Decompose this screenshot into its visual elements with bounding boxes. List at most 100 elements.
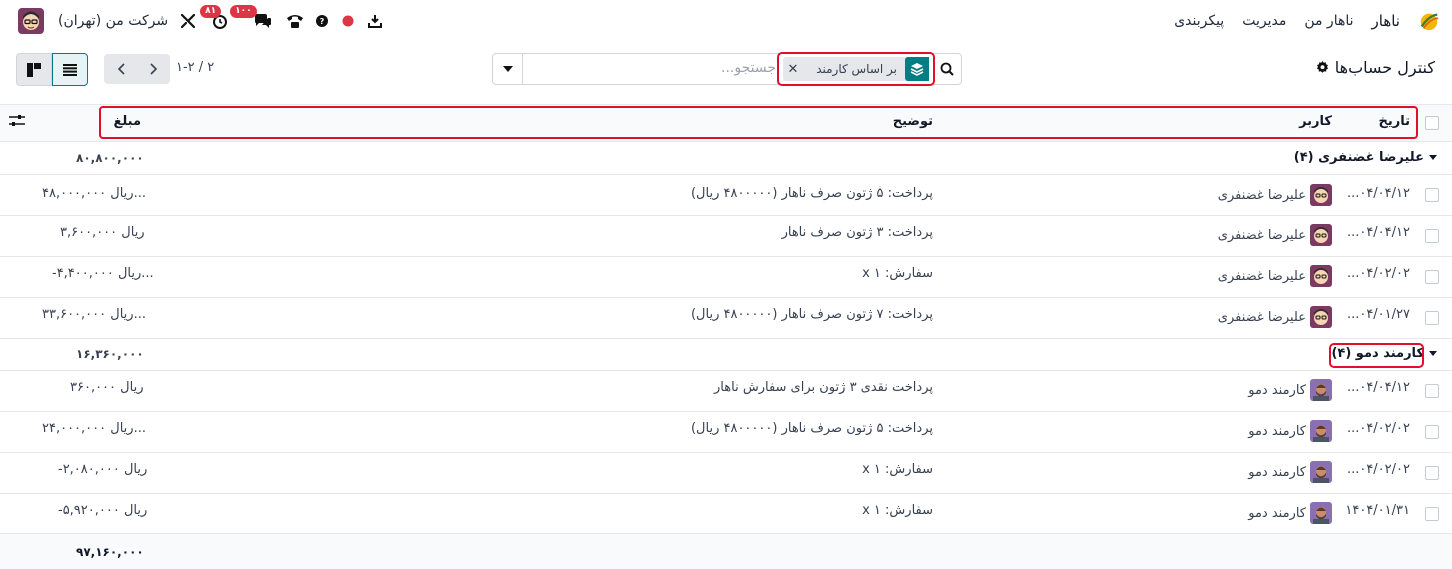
help-icon[interactable]: ? [316,15,329,27]
svg-text:?: ? [320,17,325,26]
search-input[interactable] [528,60,776,76]
grand-total: ۹۷,۱۶۰,۰۰۰ [76,545,144,559]
row-amount: -۴,۴۰۰,۰۰۰ ریال... [52,266,154,281]
company-switcher[interactable]: شرکت من (تهران) [58,13,168,29]
row-user: کارمند دمو [1248,502,1332,524]
table-row[interactable]: ...۰۴/۰۱/۲۷ علیرضا غضنفری پرداخت: ۷ ژتون… [0,298,1452,339]
row-checkbox[interactable] [1425,270,1439,284]
pager-value[interactable]: ۱-۲ / ۲ [176,60,214,75]
row-user: علیرضا غضنفری [1218,265,1332,287]
layers-icon [905,57,929,81]
kanban-view-button[interactable] [16,53,52,86]
search-button[interactable] [933,54,961,84]
row-description: پرداخت نقدی ۳ ژتون برای سفارش ناهار [714,380,933,395]
row-amount: ۳,۶۰۰,۰۰۰ ریال [60,225,145,240]
row-description: پرداخت: ۵ ژتون صرف ناهار (۴۸۰۰۰۰۰ ریال) [690,186,933,201]
group-row-alireza[interactable]: علیرضا غضنفری (۴) ۸۰,۸۰۰,۰۰۰ [0,142,1452,175]
pager-buttons [104,54,170,84]
row-user-name: علیرضا غضنفری [1217,187,1306,203]
table-row[interactable]: ...۰۴/۰۴/۱۲ کارمند دمو پرداخت نقدی ۳ ژتو… [0,371,1452,412]
row-user-name: کارمند دمو [1248,382,1306,398]
row-amount: ۲۴,۰۰۰,۰۰۰ ریال... [42,421,146,436]
row-checkbox[interactable] [1425,384,1439,398]
app-name[interactable]: ناهار [1372,12,1400,30]
row-amount: -۲,۰۸۰,۰۰۰ ریال [58,462,148,477]
group-header[interactable]: علیرضا غضنفری (۴) [1294,150,1437,165]
row-amount: -۵,۹۲۰,۰۰۰ ریال [58,503,148,518]
row-checkbox[interactable] [1425,311,1439,325]
row-description: سفارش: ۱ x [862,462,933,477]
row-date: ...۰۴/۰۲/۰۲ [1346,266,1410,281]
row-user: کارمند دمو [1248,420,1332,442]
table-row[interactable]: ...۰۴/۰۴/۱۲ علیرضا غضنفری پرداخت: ۵ ژتون… [0,175,1452,216]
avatar [1310,265,1332,287]
row-user-name: کارمند دمو [1248,464,1306,480]
user-avatar[interactable] [18,8,44,34]
row-date: ...۰۴/۰۴/۱۲ [1346,225,1410,240]
row-date: ...۰۴/۰۲/۰۲ [1346,462,1410,477]
facet-remove-icon[interactable]: ✕ [783,62,803,77]
table-row[interactable]: ...۰۴/۰۲/۰۲ کارمند دمو سفارش: ۱ x -۲,۰۸۰… [0,453,1452,494]
main-menu: ناهار ناهار من مدیریت پیکربندی [1174,0,1440,42]
gear-icon[interactable] [1316,61,1329,74]
row-description: سفارش: ۱ x [862,503,933,518]
pager-next-button[interactable] [137,54,170,84]
search-options-toggle[interactable] [493,54,523,84]
chevron-left-icon [117,63,125,75]
list-view-button[interactable] [52,53,88,86]
download-icon[interactable] [368,14,383,28]
view-switcher [16,53,88,86]
menu-manager[interactable]: مدیریت [1242,13,1286,29]
voip-phone-icon[interactable] [286,13,304,29]
table-footer [0,534,1452,569]
row-user: علیرضا غضنفری [1218,224,1332,246]
group-by-facet[interactable]: بر اساس کارمند ✕ [783,57,929,81]
list-icon [63,63,77,76]
debug-tools-icon[interactable] [180,13,196,29]
caret-down-icon [1429,351,1437,356]
search-icon [940,62,954,76]
highlight-header-annotation [99,106,1418,139]
row-date: ...۰۴/۰۱/۲۷ [1346,307,1410,322]
row-user-name: علیرضا غضنفری [1217,309,1306,325]
page-title-text: کنترل حساب‌ها [1334,58,1435,77]
highlight-group-annotation [1329,343,1424,368]
row-amount: ۴۸,۰۰۰,۰۰۰ ریال... [42,186,146,201]
activity-badge: ۸۱ [200,5,222,18]
kanban-icon [27,62,41,77]
row-description: پرداخت: ۷ ژتون صرف ناهار (۴۸۰۰۰۰۰ ریال) [690,307,933,322]
row-date: ...۰۴/۰۴/۱۲ [1346,380,1410,395]
table-row[interactable]: ...۰۴/۰۴/۱۲ علیرضا غضنفری پرداخت: ۳ ژتون… [0,216,1452,257]
row-checkbox[interactable] [1425,425,1439,439]
avatar [1310,184,1332,206]
messages-icon[interactable]: ۱۰۰ [230,5,272,29]
activity-clock-icon[interactable]: ۸۱ [200,5,228,29]
sliders-icon [9,115,25,126]
select-all-checkbox[interactable] [1425,116,1439,130]
optional-columns-toggle[interactable] [9,114,25,132]
group-name: علیرضا غضنفری (۴) [1293,150,1424,165]
row-checkbox[interactable] [1425,229,1439,243]
row-description: پرداخت: ۳ ژتون صرف ناهار [781,225,933,240]
lunch-app-icon[interactable] [1418,10,1440,32]
row-checkbox[interactable] [1425,188,1439,202]
row-checkbox[interactable] [1425,466,1439,480]
row-date: ۱۴۰۴/۰۱/۳۱ [1345,503,1410,518]
avatar [1310,502,1332,524]
recording-dot-icon[interactable] [342,15,354,27]
group-row-demo-employee[interactable]: کارمند دمو (۴) ۱۶,۳۶۰,۰۰۰ [0,339,1452,371]
row-user: کارمند دمو [1248,461,1332,483]
facet-label: بر اساس کارمند [816,62,897,76]
table-row[interactable]: ۱۴۰۴/۰۱/۳۱ کارمند دمو سفارش: ۱ x -۵,۹۲۰,… [0,494,1452,534]
table-row[interactable]: ...۰۴/۰۲/۰۲ علیرضا غضنفری سفارش: ۱ x -۴,… [0,257,1452,298]
row-user: علیرضا غضنفری [1218,184,1332,206]
avatar [1310,461,1332,483]
table-row[interactable]: ...۰۴/۰۲/۰۲ کارمند دمو پرداخت: ۵ ژتون صر… [0,412,1452,453]
row-user-name: علیرضا غضنفری [1217,268,1306,284]
page-title: کنترل حساب‌ها [1316,58,1435,77]
avatar [1310,224,1332,246]
menu-my-lunch[interactable]: ناهار من [1304,13,1353,29]
menu-configuration[interactable]: پیکربندی [1174,13,1224,29]
row-checkbox[interactable] [1425,507,1439,521]
pager-previous-button[interactable] [104,54,137,84]
